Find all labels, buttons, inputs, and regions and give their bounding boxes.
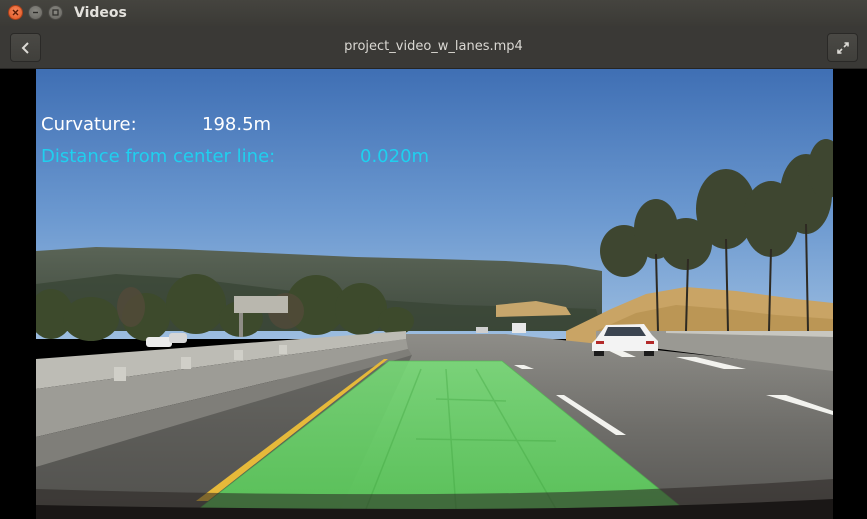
curvature-value: 198.5m (202, 114, 272, 135)
header-bar: project_video_w_lanes.mp4 (0, 26, 867, 69)
video-area[interactable]: Curvature: 198.5m Distance from center l… (0, 69, 867, 519)
video-frame[interactable]: Curvature: 198.5m Distance from center l… (36, 69, 833, 519)
distance-value: 0.020m (360, 146, 430, 167)
distance-label: Distance from center line: (41, 146, 276, 167)
video-player-window: Videos project_video_w_lanes.mp4 Curvatu… (0, 0, 867, 519)
video-file-name: project_video_w_lanes.mp4 (344, 39, 523, 54)
window-title: Videos (74, 5, 127, 21)
close-icon[interactable] (8, 5, 23, 20)
maximize-icon[interactable] (48, 5, 63, 20)
title-bar[interactable]: Videos (0, 0, 867, 26)
fullscreen-button[interactable] (827, 33, 858, 62)
fullscreen-icon (836, 41, 849, 54)
billboard (234, 296, 288, 313)
minimize-icon[interactable] (28, 5, 43, 20)
video-picture (36, 69, 833, 519)
curvature-label: Curvature: (41, 114, 137, 135)
